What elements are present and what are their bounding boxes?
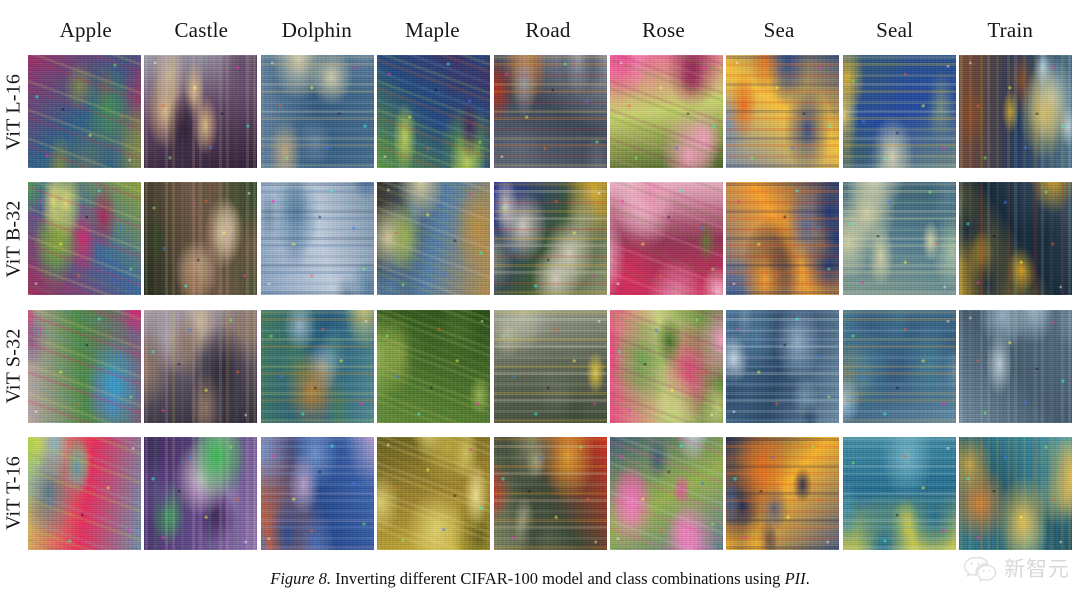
image-speckle-overlay	[28, 182, 141, 296]
column-header-dolphin: Dolphin	[281, 18, 352, 42]
inversion-image-vit-t-16-castle	[144, 437, 258, 551]
row-label-text: ViT T-16	[2, 455, 25, 530]
inversion-image-vit-b-32-dolphin	[260, 182, 374, 296]
image-speckle-overlay	[842, 437, 956, 551]
inversion-image-vit-l-16-apple	[28, 55, 141, 168]
inversion-image-vit-s-32-castle	[144, 309, 258, 423]
inversion-image-vit-l-16-rose	[609, 55, 723, 168]
image-speckle-overlay	[726, 437, 840, 551]
figure-caption-method: PII	[784, 569, 806, 588]
column-header-row: Apple Castle Dolphin Maple Road Rose Sea…	[28, 10, 1068, 50]
image-speckle-overlay	[493, 309, 607, 423]
image-speckle-overlay	[260, 182, 374, 296]
image-speckle-overlay	[726, 182, 840, 296]
image-speckle-overlay	[144, 55, 258, 168]
inversion-image-vit-t-16-train	[959, 437, 1073, 551]
image-speckle-overlay	[959, 437, 1073, 551]
inversion-image-vit-s-32-seal	[842, 309, 956, 423]
image-speckle-overlay	[842, 309, 956, 423]
image-speckle-overlay	[144, 182, 258, 296]
inversion-image-vit-l-16-castle	[144, 55, 258, 168]
column-header-sea: Sea	[763, 18, 795, 42]
inversion-image-vit-l-16-road	[493, 55, 607, 168]
image-speckle-overlay	[377, 55, 491, 168]
image-speckle-overlay	[144, 437, 258, 551]
inversion-image-vit-t-16-sea	[726, 437, 840, 551]
inversion-image-vit-l-16-sea	[726, 55, 840, 168]
image-speckle-overlay	[726, 55, 840, 168]
row-label-column: ViT L-16 ViT B-32 ViT S-32 ViT T-16	[0, 55, 28, 550]
image-speckle-overlay	[377, 182, 491, 296]
image-speckle-overlay	[959, 182, 1073, 296]
inversion-image-vit-s-32-train	[959, 309, 1073, 423]
inversion-image-vit-s-32-rose	[609, 309, 723, 423]
figure-caption-label: Figure 8.	[270, 569, 332, 588]
inversion-image-vit-b-32-train	[959, 182, 1073, 296]
row-label-text: ViT B-32	[2, 199, 25, 278]
inversion-image-vit-t-16-seal	[842, 437, 956, 551]
inversion-image-vit-t-16-apple	[28, 437, 141, 551]
image-speckle-overlay	[377, 309, 491, 423]
image-speckle-overlay	[260, 437, 374, 551]
image-speckle-overlay	[609, 309, 723, 423]
image-speckle-overlay	[959, 309, 1073, 423]
image-speckle-overlay	[609, 437, 723, 551]
inversion-image-vit-s-32-road	[493, 309, 607, 423]
inversion-image-vit-t-16-rose	[609, 437, 723, 551]
inversion-image-vit-l-16-train	[959, 55, 1073, 168]
inversion-image-vit-l-16-maple	[377, 55, 491, 168]
figure-container: Apple Castle Dolphin Maple Road Rose Sea…	[0, 0, 1080, 613]
column-header-apple: Apple	[59, 18, 112, 42]
inversion-image-vit-l-16-dolphin	[260, 55, 374, 168]
figure-caption-body: Inverting different CIFAR-100 model and …	[335, 569, 781, 588]
inversion-image-vit-b-32-sea	[726, 182, 840, 296]
image-speckle-overlay	[28, 437, 141, 551]
inversion-image-vit-l-16-seal	[842, 55, 956, 168]
image-speckle-overlay	[842, 55, 956, 168]
row-label-text: ViT L-16	[2, 73, 25, 150]
inversion-image-vit-s-32-maple	[377, 309, 491, 423]
inversion-image-vit-b-32-road	[493, 182, 607, 296]
figure-caption: Figure 8. Inverting different CIFAR-100 …	[0, 568, 1080, 590]
column-header-road: Road	[525, 18, 571, 42]
row-label-text: ViT S-32	[2, 327, 25, 404]
inversion-image-vit-t-16-maple	[377, 437, 491, 551]
image-speckle-overlay	[377, 437, 491, 551]
inversion-image-vit-b-32-seal	[842, 182, 956, 296]
inversion-image-vit-b-32-castle	[144, 182, 258, 296]
inversion-image-vit-b-32-rose	[609, 182, 723, 296]
column-header-seal: Seal	[876, 18, 914, 42]
image-speckle-overlay	[493, 55, 607, 168]
image-speckle-overlay	[842, 182, 956, 296]
inversion-image-vit-s-32-sea	[726, 309, 840, 423]
image-speckle-overlay	[28, 309, 141, 423]
row-label-vit-l-16: ViT L-16	[0, 55, 28, 168]
column-header-rose: Rose	[642, 18, 685, 42]
inversion-image-vit-b-32-apple	[28, 182, 141, 296]
row-label-vit-b-32: ViT B-32	[0, 182, 28, 295]
image-speckle-overlay	[609, 55, 723, 168]
image-speckle-overlay	[493, 182, 607, 296]
row-label-vit-s-32: ViT S-32	[0, 309, 28, 422]
image-speckle-overlay	[726, 309, 840, 423]
image-speckle-overlay	[493, 437, 607, 551]
image-speckle-overlay	[260, 55, 374, 168]
image-speckle-overlay	[260, 309, 374, 423]
inversion-image-vit-s-32-apple	[28, 309, 141, 423]
column-header-castle: Castle	[174, 18, 229, 42]
image-speckle-overlay	[28, 55, 141, 168]
image-speckle-overlay	[144, 309, 258, 423]
image-speckle-overlay	[609, 182, 723, 296]
column-header-train: Train	[987, 18, 1034, 42]
inversion-image-vit-s-32-dolphin	[260, 309, 374, 423]
inversion-image-vit-b-32-maple	[377, 182, 491, 296]
image-speckle-overlay	[959, 55, 1073, 168]
inversion-image-grid	[28, 55, 1073, 551]
figure-caption-period: .	[805, 569, 810, 588]
inversion-image-vit-t-16-dolphin	[260, 437, 374, 551]
column-header-maple: Maple	[405, 18, 460, 42]
inversion-image-vit-t-16-road	[493, 437, 607, 551]
row-label-vit-t-16: ViT T-16	[0, 436, 28, 549]
